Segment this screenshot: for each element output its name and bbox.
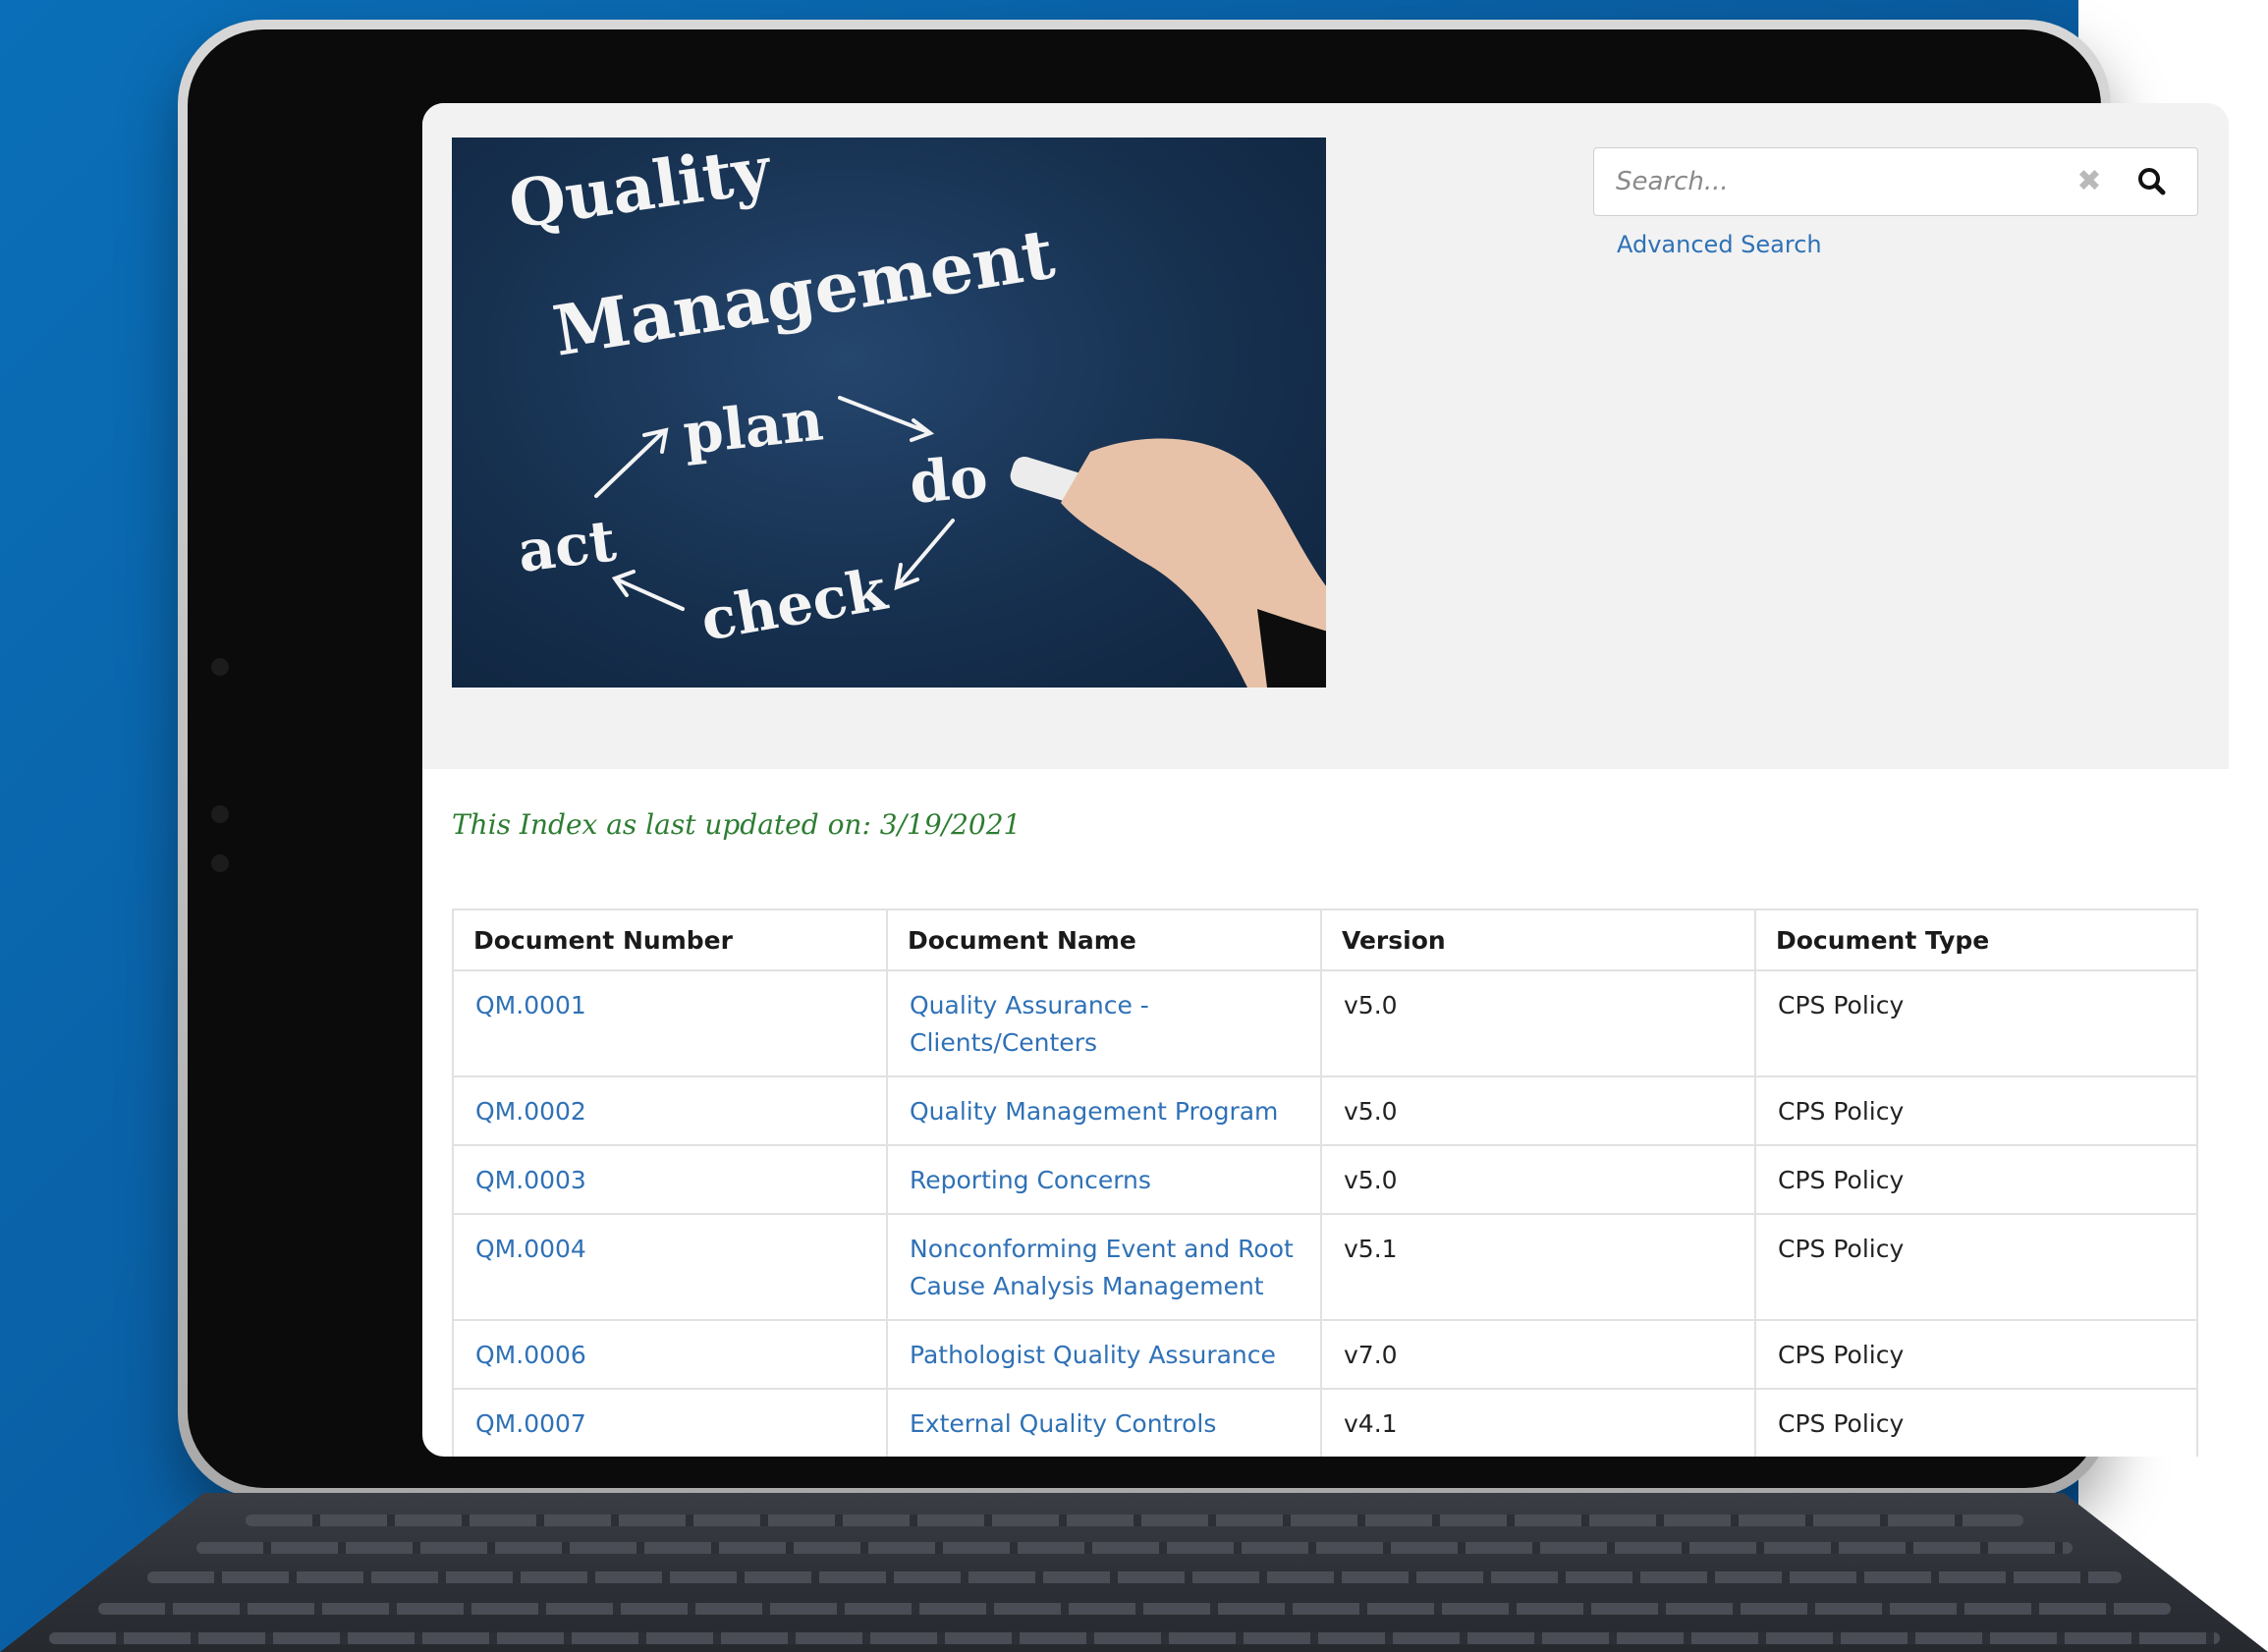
key-row [196, 1542, 2073, 1554]
hero-word-quality: Quality [504, 138, 776, 244]
cell-document-name: Nonconforming Event and Root Cause Analy… [886, 1213, 1322, 1321]
cell-document-type: CPS Policy [1754, 1388, 2198, 1457]
column-header-version[interactable]: Version [1320, 909, 1756, 971]
document-number-link[interactable]: QM.0003 [475, 1166, 586, 1194]
table-row: QM.0006 Pathologist Quality Assurance v7… [452, 1319, 2198, 1390]
last-updated-text: This Index as last updated on: 3/19/2021 [452, 808, 1022, 841]
cell-document-type: CPS Policy [1754, 1213, 2198, 1321]
advanced-search-link[interactable]: Advanced Search [1617, 231, 1822, 258]
key-row [147, 1571, 2122, 1583]
document-number-link[interactable]: QM.0001 [475, 991, 586, 1019]
cell-document-number: QM.0007 [452, 1388, 888, 1457]
hand-with-chalk [1010, 438, 1326, 688]
key-row [246, 1514, 2023, 1526]
cell-document-type: CPS Policy [1754, 1319, 2198, 1390]
tablet-frame: Quality Management plan do check act Sea… [178, 20, 2229, 1498]
cell-document-name: Quality Assurance - Clients/Centers [886, 969, 1322, 1077]
cell-document-number: QM.0002 [452, 1075, 888, 1146]
keyboard [0, 1493, 2268, 1652]
magnifier-icon[interactable] [2132, 162, 2172, 201]
hero-image: Quality Management plan do check act [452, 138, 1326, 688]
cell-document-type: CPS Policy [1754, 1075, 2198, 1146]
column-header-document-number[interactable]: Document Number [452, 909, 888, 971]
cell-document-type: CPS Policy [1754, 1144, 2198, 1215]
table-header-row: Document Number Document Name Version Do… [452, 909, 2198, 971]
cell-version: v5.1 [1320, 1213, 1756, 1321]
cell-document-number: QM.0001 [452, 969, 888, 1077]
hero-word-check: check [696, 556, 894, 654]
document-number-link[interactable]: QM.0004 [475, 1235, 586, 1263]
cell-version: v5.0 [1320, 1075, 1756, 1146]
document-name-link[interactable]: Quality Management Program [910, 1097, 1278, 1126]
document-name-link[interactable]: Quality Assurance - Clients/Centers [910, 991, 1149, 1057]
cell-document-name: Quality Management Program [886, 1075, 1322, 1146]
search-input[interactable] [1614, 160, 2079, 203]
column-header-document-type[interactable]: Document Type [1754, 909, 2198, 971]
sensor-dot [211, 805, 229, 823]
cell-version: v5.0 [1320, 969, 1756, 1077]
key-row [49, 1632, 2220, 1644]
column-header-document-name[interactable]: Document Name [886, 909, 1322, 971]
table-row: QM.0002 Quality Management Program v5.0 … [452, 1075, 2198, 1146]
camera-dot [211, 658, 229, 676]
key-row [98, 1603, 2171, 1615]
cell-document-name: Reporting Concerns [886, 1144, 1322, 1215]
cell-document-type: CPS Policy [1754, 969, 2198, 1077]
hero-word-act: act [514, 507, 619, 585]
hero-word-plan: plan [680, 386, 826, 468]
hero-word-do: do [907, 443, 990, 517]
cell-document-number: QM.0003 [452, 1144, 888, 1215]
documents-table: Document Number Document Name Version Do… [452, 909, 2198, 1457]
table-row: QM.0007 External Quality Controls v4.1 C… [452, 1388, 2198, 1457]
cell-document-number: QM.0004 [452, 1213, 888, 1321]
document-name-link[interactable]: External Quality Controls [910, 1409, 1216, 1438]
document-name-link[interactable]: Nonconforming Event and Root Cause Analy… [910, 1235, 1294, 1300]
search-box: ✖ [1593, 147, 2198, 216]
document-name-link[interactable]: Pathologist Quality Assurance [910, 1341, 1276, 1369]
table-row: QM.0003 Reporting Concerns v5.0 CPS Poli… [452, 1144, 2198, 1215]
close-icon[interactable]: ✖ [2070, 162, 2109, 201]
chalkboard-illustration: Quality Management plan do check act [504, 138, 1326, 688]
document-number-link[interactable]: QM.0007 [475, 1409, 586, 1438]
screen: Quality Management plan do check act Sea… [422, 103, 2229, 1457]
document-name-link[interactable]: Reporting Concerns [910, 1166, 1151, 1194]
table-row: QM.0004 Nonconforming Event and Root Cau… [452, 1213, 2198, 1321]
cell-document-number: QM.0006 [452, 1319, 888, 1390]
document-number-link[interactable]: QM.0002 [475, 1097, 586, 1126]
hero-word-management: Management [548, 212, 1060, 371]
cell-document-name: External Quality Controls [886, 1388, 1322, 1457]
table-row: QM.0001 Quality Assurance - Clients/Cent… [452, 969, 2198, 1077]
cell-document-name: Pathologist Quality Assurance [886, 1319, 1322, 1390]
cell-version: v7.0 [1320, 1319, 1756, 1390]
sensor-dot [211, 854, 229, 872]
page-header: Quality Management plan do check act Sea… [422, 103, 2229, 769]
document-number-link[interactable]: QM.0006 [475, 1341, 586, 1369]
cell-version: v4.1 [1320, 1388, 1756, 1457]
cell-version: v5.0 [1320, 1144, 1756, 1215]
